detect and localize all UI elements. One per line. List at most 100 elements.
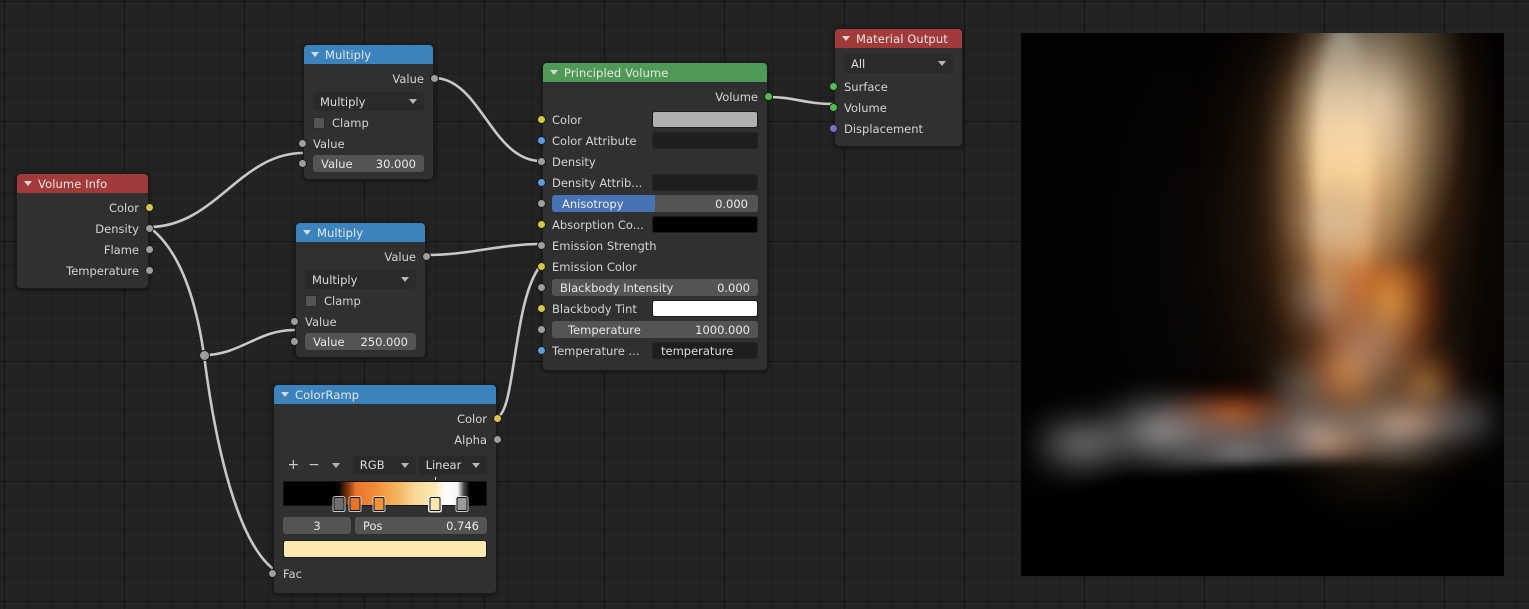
value-b-field[interactable]: Value 250.000 (305, 333, 416, 350)
socket-density-attribute-input[interactable] (537, 177, 546, 187)
input-row-anisotropy[interactable]: Anisotropy 0.000 (537, 193, 767, 214)
color-ramp-bar[interactable] (283, 477, 487, 511)
node-editor-canvas[interactable]: Volume Info Color Density Flame Temperat… (0, 0, 1529, 609)
anisotropy-slider[interactable]: Anisotropy 0.000 (552, 195, 758, 212)
output-socket-row-value[interactable]: Value (304, 68, 439, 89)
color-mode-dropdown[interactable]: RGB (352, 455, 416, 475)
socket-value-output[interactable] (422, 251, 431, 261)
operation-dropdown[interactable]: Multiply (305, 270, 416, 289)
input-row-emission-strength[interactable]: Emission Strength (537, 235, 767, 256)
socket-value-output[interactable] (430, 73, 439, 83)
socket-color-output[interactable] (493, 413, 502, 423)
collapse-triangle-icon[interactable] (24, 181, 32, 186)
value-b-field[interactable]: Value 30.000 (313, 155, 424, 172)
color-ramp-stop[interactable] (373, 497, 385, 511)
node-multiply-bottom[interactable]: Multiply Value Multiply Clamp Value Valu… (290, 222, 431, 358)
reroute-node[interactable] (199, 350, 210, 361)
node-volume-info[interactable]: Volume Info Color Density Flame Temperat… (16, 173, 154, 289)
socket-temperature-attribute-input[interactable] (537, 345, 546, 355)
collapse-triangle-icon[interactable] (842, 36, 850, 41)
input-row-blackbody-tint[interactable]: Blackbody Tint (537, 298, 767, 319)
output-socket-row-color[interactable]: Color (274, 408, 502, 429)
output-socket-row-flame[interactable]: Flame (17, 239, 154, 260)
color-ramp-stop[interactable] (333, 497, 345, 511)
interpolation-dropdown[interactable]: Linear (418, 455, 487, 475)
temperature-attribute-field[interactable]: temperature (652, 342, 758, 359)
socket-volume-output[interactable] (764, 91, 773, 101)
socket-surface-input[interactable] (829, 81, 838, 91)
temperature-field[interactable]: Temperature 1000.000 (552, 321, 758, 338)
input-socket-row-value-a[interactable]: Value (298, 133, 433, 154)
output-socket-row-density[interactable]: Density (17, 218, 154, 239)
collapse-triangle-icon[interactable] (281, 392, 289, 397)
render-preview[interactable] (1021, 33, 1504, 576)
socket-value-a-input[interactable] (290, 316, 299, 326)
node-header-principled-volume[interactable]: Principled Volume (543, 63, 767, 82)
clamp-checkbox[interactable]: Clamp (313, 116, 424, 130)
input-row-fac[interactable]: Fac (268, 563, 496, 584)
color-attribute-field[interactable] (652, 132, 758, 149)
node-header-volume-info[interactable]: Volume Info (17, 174, 148, 193)
collapse-triangle-icon[interactable] (311, 52, 319, 57)
checkbox-box-icon[interactable] (305, 295, 317, 307)
socket-color-output[interactable] (145, 202, 154, 212)
node-multiply-top[interactable]: Multiply Value Multiply Clamp Value Valu… (298, 44, 439, 180)
target-dropdown[interactable]: All (844, 54, 953, 73)
socket-emission-color-input[interactable] (537, 261, 546, 271)
input-row-density-attribute[interactable]: Density Attrib... (537, 172, 767, 193)
input-row-volume[interactable]: Volume (829, 97, 962, 118)
clamp-checkbox[interactable]: Clamp (305, 294, 416, 308)
node-header-multiply-top[interactable]: Multiply (304, 45, 433, 64)
remove-stop-button[interactable]: − (304, 458, 325, 472)
socket-absorption-color-input[interactable] (537, 219, 546, 229)
socket-density-output[interactable] (145, 223, 154, 233)
color-swatch-color[interactable] (652, 111, 758, 128)
node-material-output[interactable]: Material Output All Surface Volume Displ… (829, 28, 963, 147)
socket-color-attribute-input[interactable] (537, 135, 546, 145)
color-ramp-menu-button[interactable] (324, 462, 347, 468)
color-ramp-stop[interactable] (429, 497, 441, 511)
output-socket-row-value[interactable]: Value (296, 246, 431, 267)
input-row-color[interactable]: Color (537, 109, 767, 130)
socket-temperature-output[interactable] (145, 265, 154, 275)
collapse-triangle-icon[interactable] (550, 70, 558, 75)
input-row-emission-color[interactable]: Emission Color (537, 256, 767, 277)
output-socket-row-color[interactable]: Color (17, 197, 154, 218)
input-row-density[interactable]: Density (537, 151, 767, 172)
socket-alpha-output[interactable] (493, 434, 502, 444)
socket-temperature-input[interactable] (537, 324, 546, 334)
color-swatch-blackbody-tint[interactable] (652, 300, 758, 317)
socket-color-input[interactable] (537, 114, 546, 124)
node-color-ramp[interactable]: ColorRamp Color Alpha + − RGB Linear 3 P… (268, 384, 502, 594)
socket-value-a-input[interactable] (298, 138, 307, 148)
color-swatch-absorption[interactable] (652, 216, 758, 233)
add-stop-button[interactable]: + (283, 458, 304, 472)
density-attribute-field[interactable] (652, 174, 758, 191)
input-row-absorption-color[interactable]: Absorption Co... (537, 214, 767, 235)
socket-flame-output[interactable] (145, 244, 154, 254)
input-row-surface[interactable]: Surface (829, 76, 962, 97)
socket-blackbody-tint-input[interactable] (537, 303, 546, 313)
checkbox-box-icon[interactable] (313, 117, 325, 129)
socket-value-b-input[interactable] (298, 159, 307, 168)
input-row-temperature[interactable]: Temperature 1000.000 (537, 319, 767, 340)
socket-volume-input[interactable] (829, 102, 838, 112)
output-socket-row-volume[interactable]: Volume (543, 86, 773, 107)
blackbody-intensity-field[interactable]: Blackbody Intensity 0.000 (552, 279, 758, 296)
node-header-material-output[interactable]: Material Output (835, 29, 962, 48)
operation-dropdown[interactable]: Multiply (313, 92, 424, 111)
node-principled-volume[interactable]: Principled Volume Volume Color Color Att… (537, 62, 773, 371)
color-ramp-stop[interactable] (456, 497, 467, 511)
collapse-triangle-icon[interactable] (303, 230, 311, 235)
socket-fac-input[interactable] (268, 568, 277, 578)
input-socket-row-value-a[interactable]: Value (290, 311, 425, 332)
socket-emission-strength-input[interactable] (537, 240, 546, 250)
input-row-blackbody-intensity[interactable]: Blackbody Intensity 0.000 (537, 277, 767, 298)
input-row-color-attribute[interactable]: Color Attribute (537, 130, 767, 151)
selected-stop-color-swatch[interactable] (283, 540, 487, 558)
stop-position-field[interactable]: Pos 0.746 (355, 517, 487, 534)
input-row-displacement[interactable]: Displacement (829, 118, 962, 139)
output-socket-row-temperature[interactable]: Temperature (17, 260, 154, 281)
socket-blackbody-intensity-input[interactable] (537, 282, 546, 292)
socket-density-input[interactable] (537, 156, 546, 166)
